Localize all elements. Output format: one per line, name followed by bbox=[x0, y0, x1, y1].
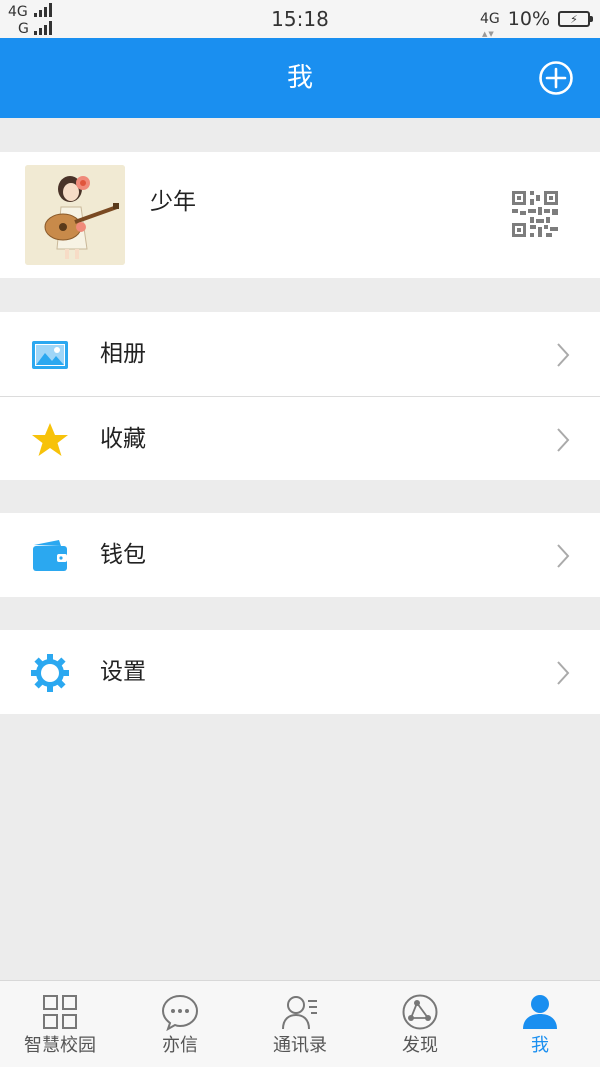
menu-item-label: 钱包 bbox=[100, 542, 146, 568]
menu-group-settings: 设置 bbox=[0, 630, 600, 714]
chevron-right-icon bbox=[557, 428, 570, 452]
title-bar: 我 bbox=[0, 38, 600, 118]
picture-icon bbox=[32, 341, 68, 369]
menu-group-media: 相册 收藏 bbox=[0, 312, 600, 480]
contacts-icon bbox=[282, 996, 317, 1030]
page-title: 我 bbox=[286, 63, 313, 93]
person-icon bbox=[523, 995, 557, 1029]
menu-item-label: 设置 bbox=[100, 659, 146, 685]
girl-with-guitar-avatar bbox=[25, 165, 125, 265]
chat-bubble-icon bbox=[161, 994, 199, 1031]
status-right: 4G ▲▼ 10% ⚡ bbox=[480, 4, 593, 38]
chevron-right-icon bbox=[557, 343, 570, 367]
tab-label: 智慧校园 bbox=[24, 1035, 96, 1056]
menu-item-favorites[interactable]: 收藏 bbox=[0, 396, 600, 480]
gear-icon bbox=[31, 654, 69, 692]
tab-label: 发现 bbox=[402, 1035, 438, 1056]
menu-item-album[interactable]: 相册 bbox=[0, 312, 600, 396]
star-icon bbox=[32, 423, 68, 456]
network-type-right: 4G ▲▼ bbox=[480, 11, 500, 38]
chevron-right-icon bbox=[557, 544, 570, 568]
discover-icon bbox=[402, 994, 438, 1030]
chevron-right-icon bbox=[557, 661, 570, 685]
tab-label: 我 bbox=[531, 1035, 549, 1056]
tab-contacts[interactable]: 通讯录 bbox=[240, 981, 360, 1067]
menu-group-wallet: 钱包 bbox=[0, 513, 600, 597]
tab-smart-campus[interactable]: 智慧校园 bbox=[0, 981, 120, 1067]
menu-item-label: 相册 bbox=[100, 341, 146, 367]
wallet-icon bbox=[33, 540, 67, 571]
tab-me[interactable]: 我 bbox=[480, 981, 600, 1067]
avatar[interactable] bbox=[25, 165, 125, 265]
profile-name: 少年 bbox=[150, 189, 196, 215]
menu-item-settings[interactable]: 设置 bbox=[0, 630, 600, 714]
tab-yixin[interactable]: 亦信 bbox=[120, 981, 240, 1067]
tab-discover[interactable]: 发现 bbox=[360, 981, 480, 1067]
tab-label: 通讯录 bbox=[273, 1035, 327, 1056]
plus-circle-icon[interactable] bbox=[538, 60, 574, 96]
battery-icon: ⚡ bbox=[558, 11, 593, 27]
network-label: 4G bbox=[480, 11, 500, 27]
status-bar: 4G G 15:18 4G ▲▼ 10% ⚡ bbox=[0, 0, 600, 38]
qr-code-icon[interactable] bbox=[512, 191, 558, 237]
profile-card[interactable]: 少年 bbox=[0, 152, 600, 278]
menu-item-wallet[interactable]: 钱包 bbox=[0, 513, 600, 597]
battery-percent: 10% bbox=[507, 8, 550, 30]
tab-label: 亦信 bbox=[162, 1035, 198, 1056]
menu-item-label: 收藏 bbox=[100, 426, 146, 452]
grid-icon bbox=[43, 995, 77, 1029]
bottom-nav: 智慧校园 亦信 通讯录 发现 我 bbox=[0, 980, 600, 1067]
